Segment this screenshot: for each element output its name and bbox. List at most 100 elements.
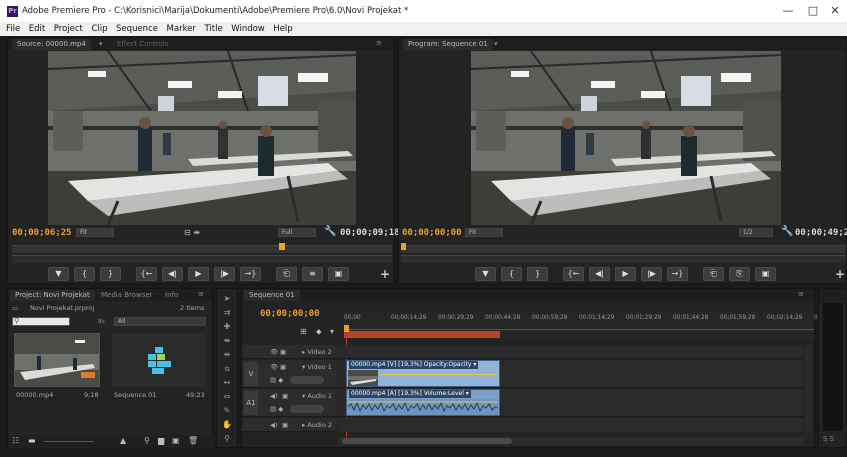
lift-button[interactable]: ⎗ [703, 267, 724, 281]
project-item-clip[interactable] [14, 333, 100, 387]
rolling-edit-tool-icon[interactable]: ⇼ [220, 335, 234, 347]
menu-title[interactable]: Title [204, 22, 222, 36]
mark-out-button[interactable]: } [527, 267, 548, 281]
go-to-in-button[interactable]: {← [563, 267, 584, 281]
program-tab-menu-icon[interactable]: ▾ [489, 39, 503, 50]
opacity-line[interactable] [379, 374, 497, 375]
icon-view-icon[interactable]: ▬ [28, 436, 36, 445]
export-frame-button[interactable]: ▣ [328, 267, 349, 281]
source-patch-v[interactable]: V [244, 362, 258, 386]
marker-icon[interactable]: ⊟ ⇼ [184, 228, 200, 237]
mark-out-button[interactable]: } [100, 267, 121, 281]
wrench-icon[interactable]: 🔧 [324, 226, 336, 237]
keyframe-nav[interactable] [290, 376, 324, 384]
go-to-out-button[interactable]: →} [240, 267, 261, 281]
hand-tool-icon[interactable]: ✋ [220, 419, 234, 431]
program-time-ruler[interactable] [401, 245, 846, 253]
source-patch-a1[interactable]: A1 [244, 391, 258, 415]
film-icon[interactable]: ▣ [282, 421, 288, 429]
work-area-bar[interactable] [344, 331, 500, 338]
tab-program[interactable]: Program: Sequence 01 [403, 39, 493, 50]
pen-tool-icon[interactable]: ✎ [220, 405, 234, 417]
automate-icon[interactable]: ▲ [120, 436, 126, 445]
find-icon[interactable]: ⚲ [144, 436, 150, 445]
timeline-current-timecode[interactable]: 00;00;00;00 [260, 309, 320, 319]
timeline-playhead[interactable] [344, 325, 349, 332]
tab-project[interactable]: Project: Novi Projekat [10, 290, 95, 301]
mark-in-button[interactable]: { [501, 267, 522, 281]
tab-media-browser[interactable]: Media Browser [96, 290, 158, 301]
source-fit-dropdown[interactable]: Fit [76, 228, 114, 237]
panel-menu-icon[interactable]: ≡ [798, 290, 804, 298]
tab-effect-controls[interactable]: Effect Controls [112, 39, 173, 50]
close-button[interactable]: ✕ [823, 3, 847, 19]
menu-clip[interactable]: Clip [91, 22, 107, 36]
step-back-button[interactable]: ◀| [589, 267, 610, 281]
snap-icon[interactable]: ⊞ [300, 327, 307, 336]
step-forward-button[interactable]: |▶ [641, 267, 662, 281]
source-quality-dropdown[interactable]: Full [278, 228, 316, 237]
extract-button[interactable]: ⎘ [729, 267, 750, 281]
project-item-sequence[interactable] [112, 333, 206, 387]
track-lane-audio-2[interactable] [338, 418, 804, 432]
audio-clip[interactable]: 00000.mp4 [A] [19,3%] Volume:Level ▾ [346, 389, 500, 416]
add-marker-button[interactable]: ▼ [475, 267, 496, 281]
source-playhead[interactable] [279, 243, 285, 250]
menu-sequence[interactable]: Sequence [116, 22, 158, 36]
menu-marker[interactable]: Marker [167, 22, 196, 36]
source-zoom-bar[interactable] [12, 255, 392, 263]
go-to-in-button[interactable]: {← [136, 267, 157, 281]
source-time-ruler[interactable] [12, 245, 392, 253]
slide-tool-icon[interactable]: ⇔ [220, 391, 234, 403]
play-button[interactable]: ▶ [188, 267, 209, 281]
video-clip[interactable]: 00000.mp4 [V] [19,3%] Opacity:Opacity ▾ [346, 360, 500, 387]
timeline-horizontal-scrollbar[interactable] [338, 437, 804, 445]
filter-dropdown[interactable]: All [114, 317, 206, 326]
delete-icon[interactable]: 🗑 [188, 436, 198, 445]
mark-in-button[interactable]: { [74, 267, 95, 281]
list-view-icon[interactable]: ☷ [12, 436, 19, 445]
new-bin-icon[interactable]: ▆ [158, 436, 164, 445]
insert-button[interactable]: ⎗ [276, 267, 297, 281]
program-fit-dropdown[interactable]: Fit [465, 228, 503, 237]
solo-buttons[interactable]: S S [823, 435, 834, 443]
film-icon[interactable]: ▣ [280, 363, 286, 371]
overwrite-button[interactable]: ≡ [302, 267, 323, 281]
speaker-icon[interactable]: ◀) [270, 421, 278, 429]
selection-tool-icon[interactable]: ➤ [220, 293, 234, 305]
menu-help[interactable]: Help [273, 22, 292, 36]
keyframe-icon[interactable]: ▤ ◆ [270, 405, 283, 413]
maximize-button[interactable]: □ [801, 3, 825, 19]
slip-tool-icon[interactable]: ↔ [220, 377, 234, 389]
timeline-scroll-thumb[interactable] [342, 438, 512, 444]
add-marker-button[interactable]: ▼ [48, 267, 69, 281]
track-lane-video-2[interactable] [338, 345, 804, 359]
menu-project[interactable]: Project [54, 22, 83, 36]
source-current-timecode[interactable]: 00;00;06;25 [12, 228, 72, 238]
panel-menu-icon[interactable]: ≡ [376, 39, 382, 47]
track-select-tool-icon[interactable]: ⇉ [220, 307, 234, 319]
go-to-out-button[interactable]: →} [667, 267, 688, 281]
menu-file[interactable]: File [6, 22, 20, 36]
export-frame-button[interactable]: ▣ [755, 267, 776, 281]
menu-edit[interactable]: Edit [29, 22, 45, 36]
eye-icon[interactable]: 👁 [270, 363, 278, 371]
tab-info[interactable]: Info [160, 290, 183, 301]
add-marker-icon[interactable]: ⬥ [316, 327, 322, 337]
razor-tool-icon[interactable]: ⧅ [220, 363, 234, 375]
program-playhead[interactable] [401, 243, 406, 250]
button-editor-plus-icon[interactable]: + [380, 267, 390, 281]
film-icon[interactable]: ▣ [280, 348, 286, 356]
source-tab-menu-icon[interactable]: ▾ [94, 39, 108, 50]
program-current-timecode[interactable]: 00;00;00;00 [402, 228, 462, 238]
minimize-button[interactable]: — [776, 3, 800, 19]
wrench-icon[interactable]: 🔧 [781, 226, 793, 237]
step-forward-button[interactable]: |▶ [214, 267, 235, 281]
marker-dropdown-icon[interactable]: ▾ [330, 327, 334, 336]
tab-sequence[interactable]: Sequence 01 [244, 290, 300, 301]
program-zoom-bar[interactable] [401, 255, 846, 263]
button-editor-plus-icon[interactable]: + [835, 267, 845, 281]
project-search-input[interactable]: ⚲ [12, 317, 70, 326]
step-back-button[interactable]: ◀| [162, 267, 183, 281]
tab-source[interactable]: Source: 00000.mp4 [12, 39, 91, 50]
